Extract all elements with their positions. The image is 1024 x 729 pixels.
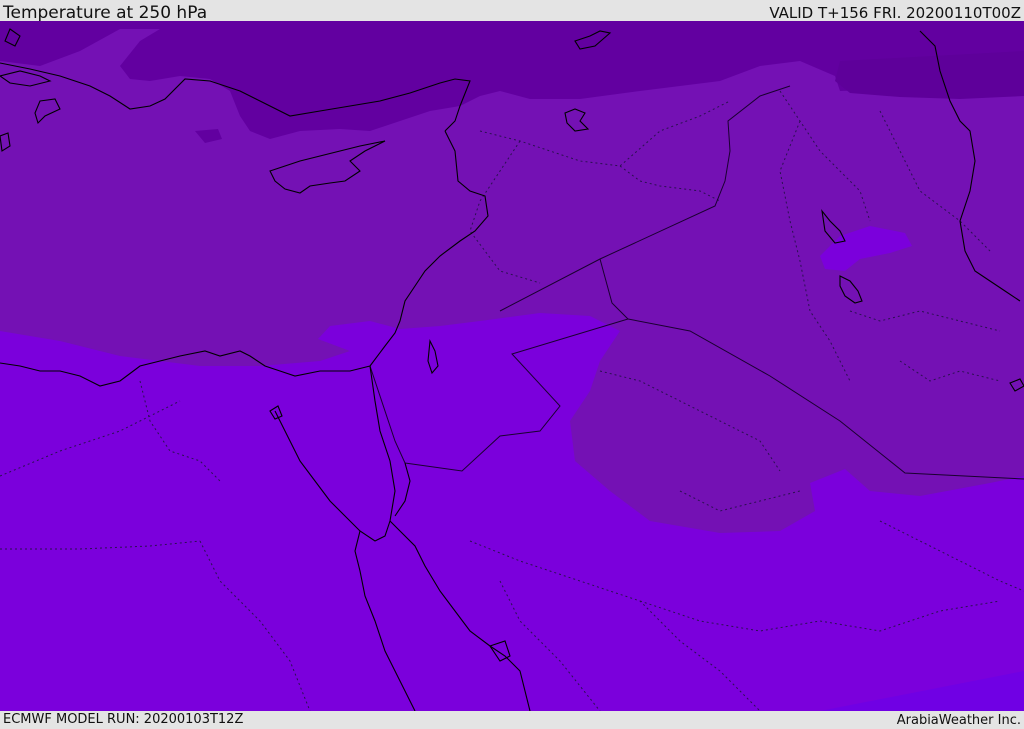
valid-time: VALID T+156 FRI. 20200110T00Z	[769, 4, 1021, 22]
map-header: Temperature at 250 hPa VALID T+156 FRI. …	[0, 0, 1024, 23]
map-canvas	[0, 21, 1024, 711]
model-run-label: ECMWF MODEL RUN: 20200103T12Z	[3, 712, 244, 727]
temperature-map	[0, 21, 1024, 711]
map-footer: ECMWF MODEL RUN: 20200103T12Z ArabiaWeat…	[0, 711, 1024, 729]
map-title: Temperature at 250 hPa	[3, 3, 208, 23]
credit-label: ArabiaWeather Inc.	[896, 713, 1021, 728]
